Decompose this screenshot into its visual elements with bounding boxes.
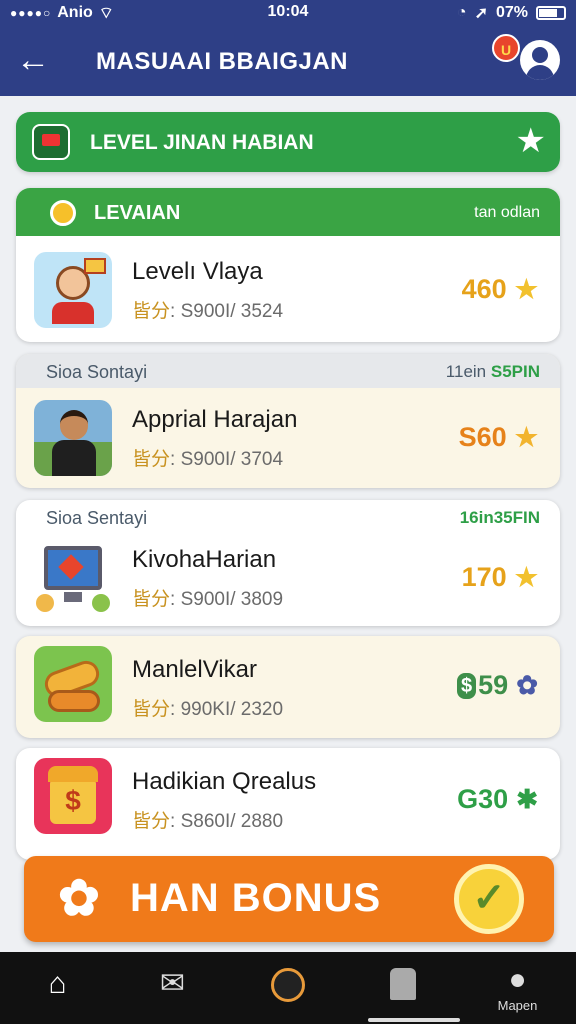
nav-label: Mapen: [497, 998, 538, 1013]
profile-icon: ●: [508, 963, 527, 996]
card-icon: [389, 968, 416, 1000]
item-meta: 皆分: S900I/ 3809: [132, 584, 283, 611]
item-points: S60 ★: [459, 422, 538, 453]
section-header: LEVAIAN tan odlan: [16, 188, 560, 236]
game-thumbnail: $: [34, 758, 112, 834]
row-header-right: 16in35FIN: [460, 508, 540, 528]
game-thumbnail: [34, 540, 112, 616]
row-header-left: Sioa Sontayi: [46, 362, 148, 382]
meta-value: : 990KI/ 2320: [170, 699, 284, 720]
meta-key: 皆分: [132, 811, 171, 832]
bonus-button[interactable]: ✿ HAN BONUS ✓: [24, 856, 554, 942]
section-card: LEVAIAN tan odlan Levelı Vlaya 皆分: S900I…: [16, 188, 560, 342]
level-banner[interactable]: LEVEL JINAN HABIAN ★: [16, 112, 560, 172]
nav-item-card[interactable]: [345, 952, 460, 1024]
points-value: 170: [461, 562, 507, 592]
points-value: 460: [461, 274, 507, 304]
star-icon: ✱: [516, 784, 538, 814]
item-name: ManlelVikar: [132, 656, 257, 683]
item-meta: 皆分: S900I/ 3524: [132, 296, 283, 323]
list-item[interactable]: Levelı Vlaya 皆分: S900I/ 3524 460 ★: [16, 238, 560, 342]
star-icon[interactable]: ★: [516, 122, 546, 160]
row-header-right-b: S5PIN: [490, 362, 540, 381]
row-header-right: 11ein S5PIN: [446, 362, 540, 382]
app-bar: ← MASUAAI BBAIGJAN U: [0, 26, 576, 96]
points-value: G30: [457, 784, 509, 814]
game-thumbnail: [34, 646, 112, 722]
list-item[interactable]: $ Hadikian Qrealus 皆分: S860I/ 2880 G30 ✱: [16, 748, 560, 852]
star-icon: ★: [514, 274, 538, 304]
item-points: G30 ✱: [457, 784, 538, 815]
dollar-badge-icon: $: [457, 672, 477, 699]
nav-item-mail[interactable]: ✉: [115, 952, 230, 1024]
back-arrow-icon[interactable]: ←: [16, 40, 50, 80]
row-header-right-b: 16in35FIN: [459, 508, 540, 527]
battery-percent: 07%: [495, 4, 528, 21]
nav-item-home[interactable]: ⌂: [0, 952, 115, 1024]
bottom-nav: ⌂ ✉ ● Mapen: [0, 952, 576, 1024]
location-icon: ➚: [474, 5, 488, 22]
item-name: Hadikian Qrealus: [132, 768, 317, 795]
mail-icon: ✉: [159, 967, 186, 1000]
nav-item-center[interactable]: [230, 952, 345, 1024]
section-subtitle: tan odlan: [474, 204, 540, 221]
game-thumbnail: [34, 252, 112, 328]
gear-icon: ✿: [516, 670, 538, 700]
status-bar: ●●●●○ Anio ⌔ 10:04 ◔ ➚ 07%: [0, 0, 576, 26]
list-card[interactable]: $ Hadikian Qrealus 皆分: S860I/ 2880 G30 ✱: [16, 748, 560, 860]
bonus-label: HAN BONUS: [130, 876, 382, 920]
list-card[interactable]: Sioa Sontayi 11ein S5PIN Apprial Harajan…: [16, 354, 560, 488]
circle-icon: [270, 968, 305, 1002]
meta-key: 皆分: [132, 699, 171, 720]
row-header: Sioa Sontayi 11ein S5PIN: [16, 354, 560, 388]
alarm-icon: ◔: [456, 4, 467, 21]
meta-value: : S860I/ 2880: [170, 811, 284, 832]
list-item[interactable]: ManlelVikar 皆分: 990KI/ 2320 $ 59 ✿: [16, 636, 560, 738]
item-points: $ 59 ✿: [457, 670, 538, 701]
list-item[interactable]: Apprial Harajan 皆分: S900I/ 3704 S60 ★: [16, 386, 560, 488]
meta-key: 皆分: [132, 589, 171, 610]
home-indicator: [368, 1018, 460, 1022]
item-name: Apprial Harajan: [132, 406, 298, 433]
points-value: S60: [458, 422, 507, 452]
section-title: LEVAIAN: [94, 202, 181, 224]
game-thumbnail: [34, 400, 112, 476]
checkmark-icon[interactable]: ✓: [454, 864, 524, 934]
item-meta: 皆分: S860I/ 2880: [132, 806, 283, 833]
item-points: 170 ★: [462, 562, 538, 593]
item-meta: 皆分: 990KI/ 2320: [132, 694, 283, 721]
coin-icon: [50, 200, 76, 226]
list-card[interactable]: ManlelVikar 皆分: 990KI/ 2320 $ 59 ✿: [16, 636, 560, 738]
item-points: 460 ★: [462, 274, 538, 305]
page-title: MASUAAI BBAIGJAN: [96, 48, 349, 75]
star-icon: ★: [514, 422, 538, 452]
item-name: Levelı Vlaya: [132, 258, 263, 285]
avatar[interactable]: [520, 40, 560, 80]
bonus-icon: ✿: [58, 870, 100, 926]
home-icon: ⌂: [48, 967, 67, 1000]
level-banner-label: LEVEL JINAN HABIAN: [90, 131, 314, 154]
list-item[interactable]: KivohaHarian 皆分: S900I/ 3809 170 ★: [16, 526, 560, 626]
level-icon: [32, 124, 70, 160]
points-value: 59: [478, 670, 509, 700]
list-card[interactable]: Sioa Sentayi 16in35FIN KivohaHarian 皆分: …: [16, 500, 560, 626]
battery-icon: [536, 6, 566, 20]
status-right: ◔ ➚ 07%: [457, 3, 566, 23]
meta-value: : S900I/ 3809: [170, 589, 284, 610]
nav-item-profile[interactable]: ● Mapen: [460, 952, 575, 1024]
item-name: KivohaHarian: [132, 546, 277, 573]
meta-key: 皆分: [132, 301, 171, 322]
item-meta: 皆分: S900I/ 3704: [132, 444, 283, 471]
meta-value: : S900I/ 3704: [170, 449, 284, 470]
notification-badge[interactable]: U: [492, 34, 520, 62]
star-icon: ★: [514, 562, 538, 592]
meta-value: : S900I/ 3524: [170, 301, 284, 322]
row-header-right-a: 11ein: [445, 362, 491, 381]
meta-key: 皆分: [132, 449, 171, 470]
